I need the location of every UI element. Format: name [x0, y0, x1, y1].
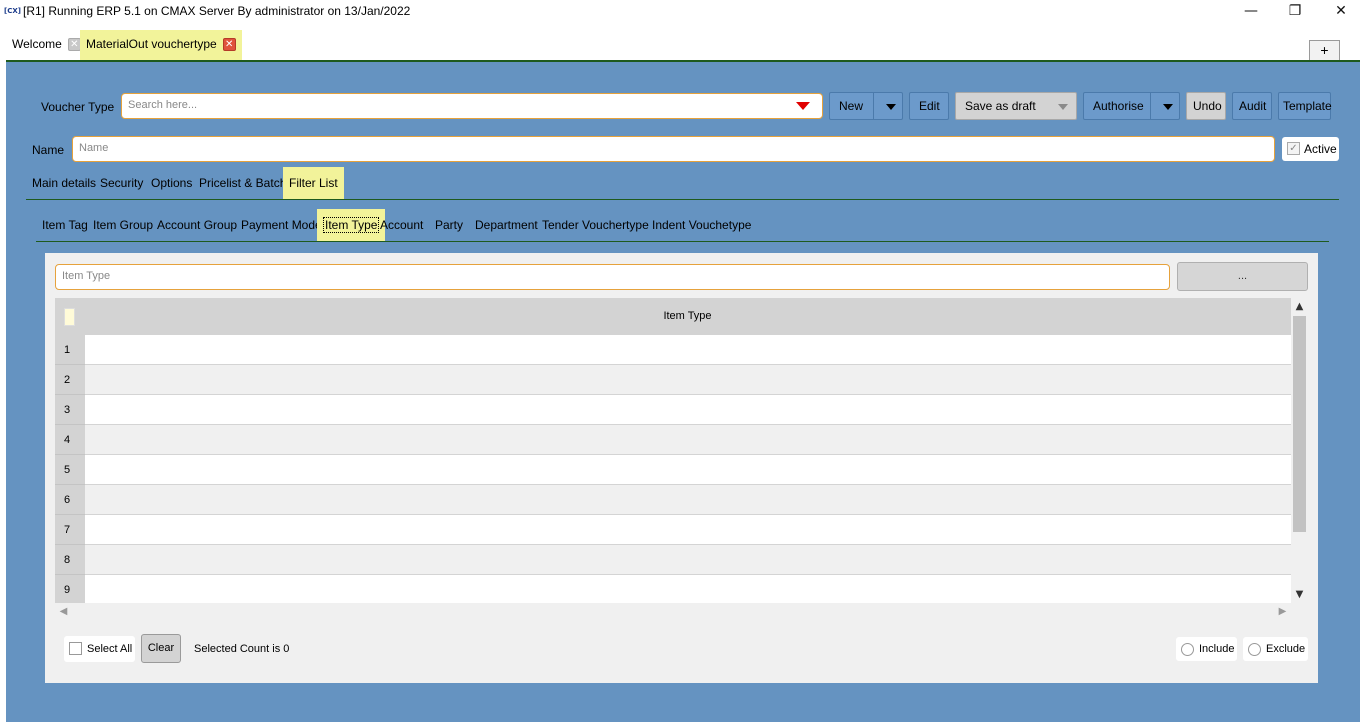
- item-type-panel: Item Type ... Item Type 1 2 3 4 5 6 7 8 …: [45, 253, 1318, 683]
- row-number: 5: [55, 455, 85, 485]
- tab-materialout-label: MaterialOut vouchertype: [86, 37, 217, 51]
- chevron-down-icon[interactable]: [1163, 104, 1173, 110]
- audit-button[interactable]: Audit: [1232, 92, 1272, 120]
- undo-button[interactable]: Undo: [1186, 92, 1226, 120]
- dropdown-arrow-icon[interactable]: [796, 102, 810, 110]
- radio-icon[interactable]: [1248, 643, 1261, 656]
- tab-department[interactable]: Department: [469, 209, 544, 241]
- scroll-up-icon[interactable]: ▲: [1291, 298, 1308, 315]
- tab-options[interactable]: Options: [145, 167, 198, 199]
- scroll-left-icon[interactable]: ◀: [55, 603, 72, 620]
- main-panel: Voucher Type Search here... New Edit Sav…: [6, 60, 1360, 722]
- chevron-down-icon[interactable]: [1058, 104, 1068, 110]
- check-icon[interactable]: ✓: [1287, 142, 1300, 155]
- active-label: Active: [1304, 142, 1337, 156]
- tab-security[interactable]: Security: [94, 167, 149, 199]
- tab-account[interactable]: Account: [374, 209, 429, 241]
- include-label: Include: [1199, 643, 1235, 655]
- row-number: 7: [55, 515, 85, 545]
- tab-party[interactable]: Party: [429, 209, 469, 241]
- table-row[interactable]: 4: [55, 425, 1291, 455]
- name-input[interactable]: Name: [72, 136, 1275, 162]
- tab-filter-list[interactable]: Filter List: [283, 167, 344, 199]
- window-title: [R1] Running ERP 5.1 on CMAX Server By a…: [23, 4, 411, 18]
- exclude-label: Exclude: [1266, 643, 1306, 655]
- table-row[interactable]: 1: [55, 335, 1291, 365]
- new-tab-button[interactable]: +: [1309, 40, 1340, 61]
- save-as-draft-label: Save as draft: [965, 99, 1036, 113]
- tab-welcome-label: Welcome: [12, 37, 62, 51]
- table-row[interactable]: 9: [55, 575, 1291, 603]
- select-all-checkbox[interactable]: Select All: [64, 636, 135, 662]
- tab-payment-mode[interactable]: Payment Mode: [235, 209, 328, 241]
- table-row[interactable]: 2: [55, 365, 1291, 395]
- tab-main-details[interactable]: Main details: [26, 167, 102, 199]
- tab-indent-vouchetype[interactable]: Indent Vouchetype: [646, 209, 757, 241]
- tab-item-group[interactable]: Item Group: [87, 209, 159, 241]
- row-number: 4: [55, 425, 85, 455]
- browse-button[interactable]: ...: [1177, 262, 1308, 291]
- name-placeholder: Name: [79, 142, 109, 154]
- item-type-grid: Item Type 1 2 3 4 5 6 7 8 9: [55, 298, 1291, 603]
- close-tab-icon[interactable]: ✕: [67, 38, 81, 52]
- maximize-button[interactable]: ❐: [1272, 0, 1318, 24]
- title-bar: [CX] [R1] Running ERP 5.1 on CMAX Server…: [0, 0, 1366, 24]
- include-radio[interactable]: Include: [1176, 637, 1237, 661]
- tab-tender-vouchertype[interactable]: Tender Vouchertype: [536, 209, 655, 241]
- edit-button[interactable]: Edit: [909, 92, 949, 120]
- checkbox-icon[interactable]: [69, 642, 82, 655]
- select-all-label: Select All: [87, 643, 133, 655]
- table-row[interactable]: 8: [55, 545, 1291, 575]
- row-number: 6: [55, 485, 85, 515]
- clear-button[interactable]: Clear: [141, 634, 181, 663]
- radio-icon[interactable]: [1181, 643, 1194, 656]
- authorise-button[interactable]: Authorise: [1083, 92, 1180, 120]
- horizontal-scrollbar[interactable]: ◀ ▶: [55, 603, 1291, 620]
- close-button[interactable]: ✕: [1318, 0, 1364, 24]
- table-row[interactable]: 7: [55, 515, 1291, 545]
- table-row[interactable]: 6: [55, 485, 1291, 515]
- row-number: 9: [55, 575, 85, 603]
- voucher-type-placeholder: Search here...: [128, 99, 198, 111]
- scroll-right-icon[interactable]: ▶: [1274, 603, 1291, 620]
- divider: [26, 199, 1339, 200]
- document-tab-strip: Welcome ✕ MaterialOut vouchertype ✕ +: [0, 24, 1366, 62]
- column-header-item-type[interactable]: Item Type: [55, 310, 1291, 322]
- authorise-button-label: Authorise: [1093, 99, 1144, 113]
- exclude-radio[interactable]: Exclude: [1243, 637, 1308, 661]
- minimize-button[interactable]: —: [1228, 0, 1274, 24]
- voucher-type-search-input[interactable]: Search here...: [121, 93, 823, 119]
- scroll-thumb[interactable]: [1293, 316, 1306, 532]
- table-row[interactable]: 5: [55, 455, 1291, 485]
- tab-item-tag[interactable]: Item Tag: [36, 209, 94, 241]
- vertical-scrollbar[interactable]: ▲ ▼: [1291, 298, 1308, 603]
- chevron-down-icon[interactable]: [886, 104, 896, 110]
- tab-account-group[interactable]: Account Group: [151, 209, 243, 241]
- tab-welcome[interactable]: Welcome ✕: [6, 30, 87, 60]
- item-type-placeholder: Item Type: [62, 270, 111, 282]
- name-label: Name: [32, 143, 65, 157]
- template-button[interactable]: Template: [1278, 92, 1332, 120]
- tab-materialout-vouchertype[interactable]: MaterialOut vouchertype ✕: [80, 30, 242, 60]
- scroll-down-icon[interactable]: ▼: [1291, 586, 1308, 603]
- row-number: 3: [55, 395, 85, 425]
- table-row[interactable]: 3: [55, 395, 1291, 425]
- close-tab-icon[interactable]: ✕: [222, 38, 236, 52]
- row-number: 8: [55, 545, 85, 575]
- tab-pricelist-batch[interactable]: Pricelist & Batch: [193, 167, 292, 199]
- new-button-label: New: [839, 99, 864, 113]
- tab-item-type-label: Item Type: [323, 217, 380, 233]
- voucher-type-label: Voucher Type: [41, 100, 115, 114]
- new-button[interactable]: New: [829, 92, 903, 120]
- divider: [36, 241, 1329, 242]
- selected-count: Selected Count is 0: [194, 643, 290, 655]
- app-icon: [CX]: [4, 7, 21, 15]
- item-type-input[interactable]: Item Type: [55, 264, 1170, 290]
- grid-header: Item Type: [55, 298, 1291, 335]
- save-as-draft-button[interactable]: Save as draft: [955, 92, 1077, 120]
- active-checkbox[interactable]: ✓ Active: [1282, 137, 1339, 161]
- row-number: 2: [55, 365, 85, 395]
- row-number: 1: [55, 335, 85, 365]
